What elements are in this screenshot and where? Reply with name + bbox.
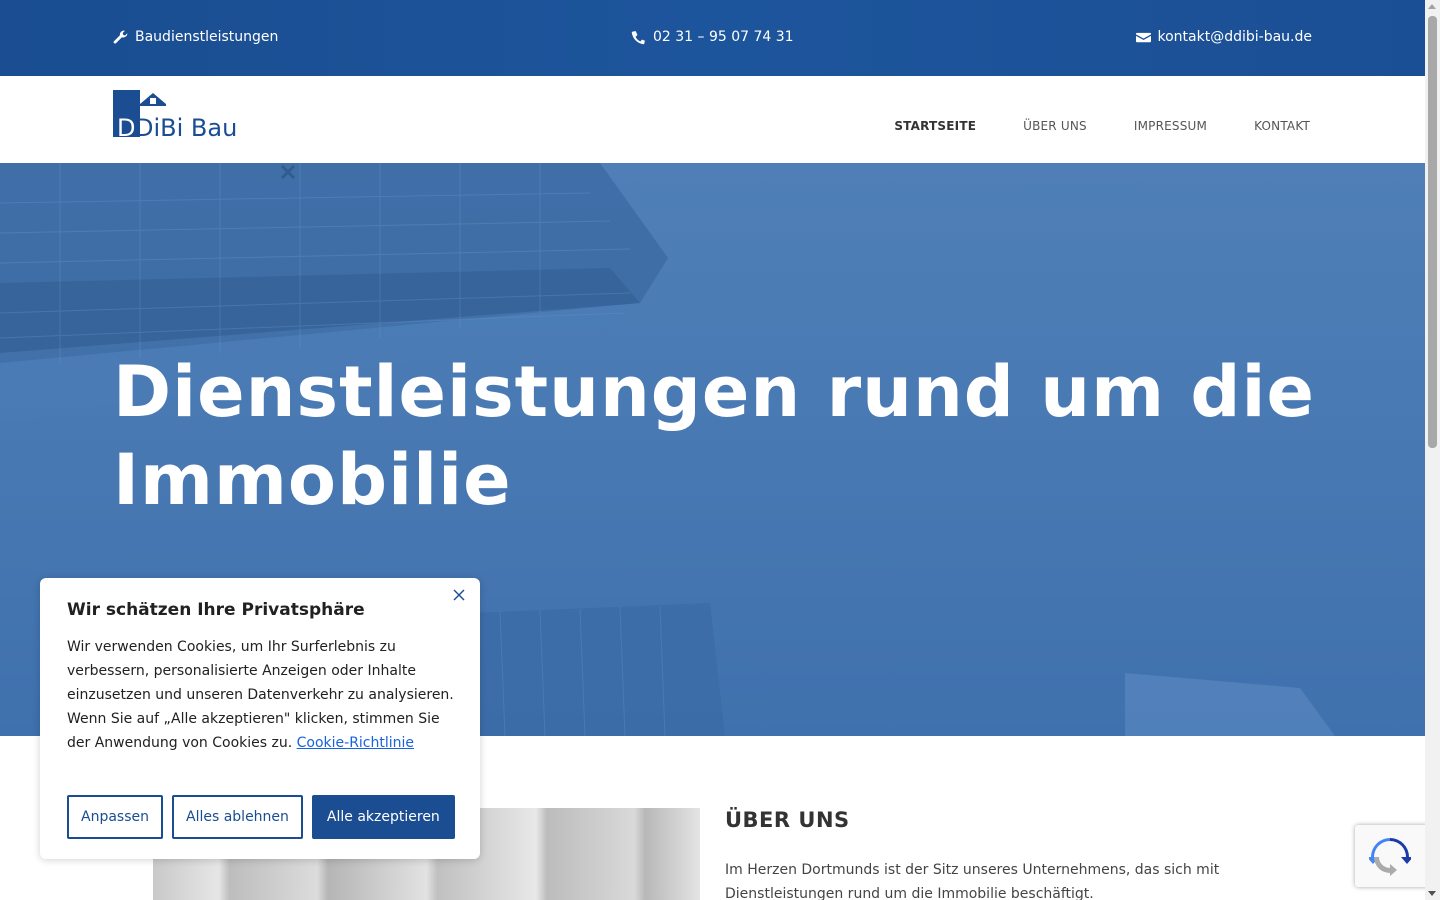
- scroll-up-arrow-icon[interactable]: [1428, 4, 1436, 9]
- scroll-down-arrow-icon[interactable]: [1428, 891, 1436, 896]
- recaptcha-badge[interactable]: [1355, 825, 1425, 887]
- site-header: D DiBi Bau STARTSEITE ÜBER UNS IMPRESSUM…: [0, 76, 1425, 163]
- cookie-message: Wir verwenden Cookies, um Ihr Surferlebn…: [67, 635, 459, 755]
- services-label: Baudienstleistungen: [135, 29, 279, 45]
- reject-all-button[interactable]: Alles ablehnen: [172, 795, 303, 839]
- nav-item-impressum[interactable]: IMPRESSUM: [1134, 119, 1207, 133]
- nav-item-kontakt[interactable]: KONTAKT: [1254, 119, 1310, 133]
- customize-button[interactable]: Anpassen: [67, 795, 163, 839]
- page: Baudienstleistungen 02 31 – 95 07 74 31 …: [0, 0, 1425, 900]
- nav-item-startseite[interactable]: STARTSEITE: [894, 119, 976, 133]
- nav-item-ueber-uns[interactable]: ÜBER UNS: [1023, 119, 1087, 133]
- close-icon[interactable]: [452, 588, 466, 602]
- top-contact-bar: Baudienstleistungen 02 31 – 95 07 74 31 …: [0, 0, 1425, 76]
- logo-text-rest: DiBi Bau: [135, 114, 237, 138]
- cookie-buttons: Anpassen Alles ablehnen Alle akzeptieren: [67, 795, 455, 839]
- ddibi-bau-logo[interactable]: D DiBi Bau: [113, 90, 265, 138]
- envelope-icon: [1135, 32, 1151, 42]
- email-link[interactable]: kontakt@ddibi-bau.de: [1135, 29, 1313, 45]
- about-title: ÜBER UNS: [725, 808, 850, 832]
- recaptcha-icon: [1369, 838, 1411, 876]
- cookie-policy-link[interactable]: Cookie-Richtlinie: [297, 735, 414, 751]
- wrench-icon: [113, 30, 128, 43]
- phone-icon: [631, 30, 646, 44]
- scrollbar-thumb[interactable]: [1428, 16, 1437, 448]
- accept-all-button[interactable]: Alle akzeptieren: [311, 795, 455, 839]
- hero-title: Dienstleistungen rund um die Immobilie: [113, 351, 1315, 521]
- email-label: kontakt@ddibi-bau.de: [1157, 29, 1313, 45]
- phone-label: 02 31 – 95 07 74 31: [653, 29, 794, 45]
- cookie-title: Wir schätzen Ihre Privatsphäre: [67, 600, 365, 620]
- logo-text-d: D: [117, 114, 135, 138]
- page-scrollbar[interactable]: [1425, 0, 1440, 900]
- main-nav: STARTSEITE ÜBER UNS IMPRESSUM KONTAKT: [847, 119, 1310, 133]
- cookie-consent-banner: Wir schätzen Ihre Privatsphäre Wir verwe…: [40, 578, 480, 859]
- services-link[interactable]: Baudienstleistungen: [113, 29, 278, 45]
- phone-link[interactable]: 02 31 – 95 07 74 31: [631, 29, 794, 45]
- about-text: Im Herzen Dortmunds ist der Sitz unseres…: [725, 862, 1220, 900]
